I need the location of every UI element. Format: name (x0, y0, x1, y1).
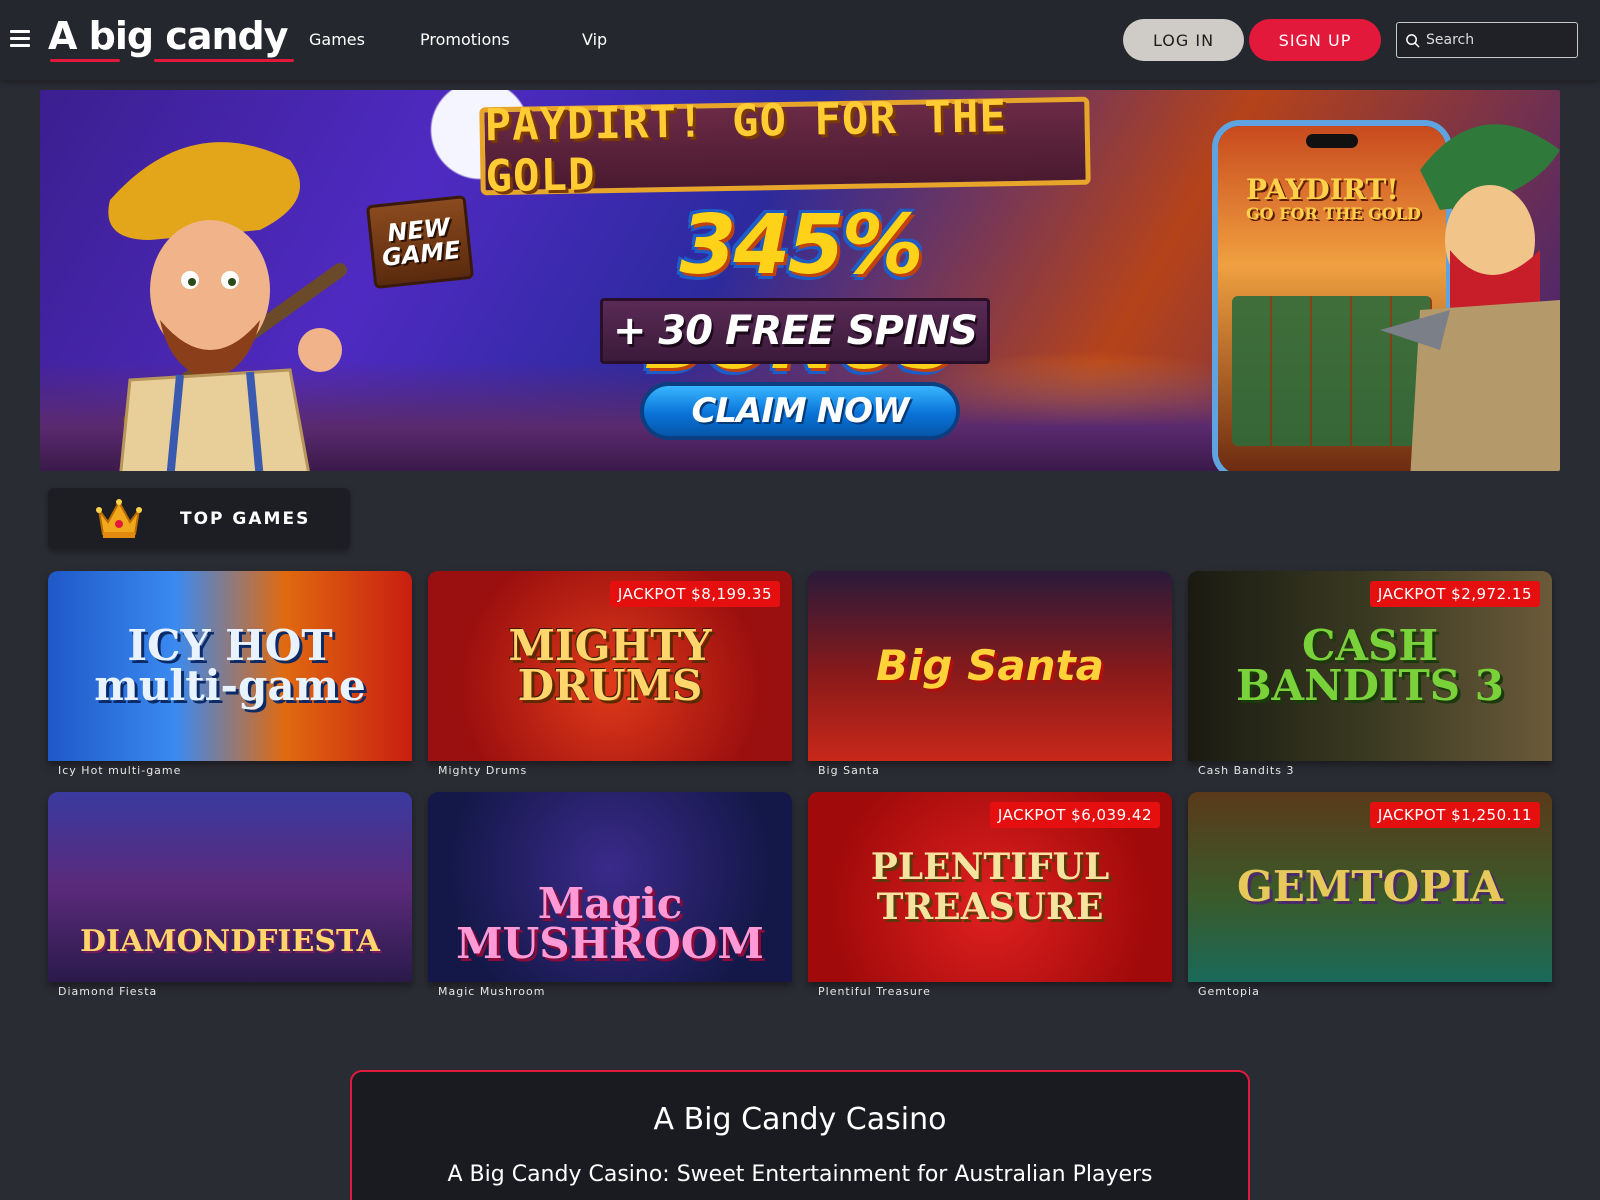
nav-promotions[interactable]: Promotions (420, 30, 510, 49)
game-tile-mighty-drums[interactable]: MIGHTY DRUMS JACKPOT $8,199.35 (428, 571, 792, 761)
game-logo: Magic MUSHROOM (456, 879, 764, 968)
game-tile-diamond-fiesta[interactable]: DIAMONDFIESTA (48, 792, 412, 982)
new-game-line2: GAME (380, 235, 462, 272)
info-subtitle: A Big Candy Casino: Sweet Entertainment … (447, 1162, 1153, 1187)
search-input[interactable] (1426, 32, 1566, 48)
section-title: TOP GAMES (180, 509, 311, 529)
site-header: A big candy Games Promotions Vip LOG IN … (0, 0, 1600, 80)
logo-underline (154, 59, 294, 62)
miner-character-illustration (108, 142, 347, 471)
game-title[interactable]: Diamond Fiesta (58, 985, 157, 998)
game-title[interactable]: Gemtopia (1198, 985, 1260, 998)
banner-title: PAYDIRT! GO FOR THE GOLD (484, 91, 1008, 203)
free-spins-text: + 30 FREE SPINS (612, 308, 978, 354)
game-title[interactable]: Big Santa (818, 764, 880, 777)
new-game-sign: NEW GAME (365, 195, 475, 289)
logo-text: A big candy (48, 14, 288, 58)
nav-vip[interactable]: Vip (582, 30, 607, 49)
game-logo: DIAMONDFIESTA (80, 924, 380, 959)
jackpot-badge: JACKPOT $6,039.42 (989, 802, 1160, 828)
claim-now-label: CLAIM NOW (691, 391, 909, 431)
game-tile-icy-hot[interactable]: ICY HOT multi-game (48, 571, 412, 761)
site-logo[interactable]: A big candy (48, 14, 294, 62)
crown-icon (96, 499, 142, 538)
nav-games[interactable]: Games (309, 30, 365, 49)
search-icon (1406, 33, 1420, 47)
game-title[interactable]: Plentiful Treasure (818, 985, 931, 998)
info-title: A Big Candy Casino (653, 1102, 947, 1137)
casino-info-card: A Big Candy Casino A Big Candy Casino: S… (350, 1070, 1250, 1200)
game-tile-plentiful-treasure[interactable]: PLENTIFUL TREASURE JACKPOT $6,039.42 (808, 792, 1172, 982)
banner-title-plank: PAYDIRT! GO FOR THE GOLD (479, 91, 1091, 202)
login-button[interactable]: LOG IN (1123, 19, 1244, 61)
game-title[interactable]: Icy Hot multi-game (58, 764, 181, 777)
jackpot-badge: JACKPOT $1,250.11 (1369, 802, 1540, 828)
jackpot-badge: JACKPOT $8,199.35 (609, 581, 780, 607)
search-box[interactable] (1396, 22, 1578, 58)
top-games-header: TOP GAMES (48, 488, 350, 549)
game-title[interactable]: Mighty Drums (438, 764, 527, 777)
phone-notch (1306, 134, 1358, 148)
logo-underline (50, 59, 120, 62)
promo-banner[interactable]: PAYDIRT! GO FOR THE GOLD NEW GAME 345% B… (40, 90, 1560, 471)
game-tile-gemtopia[interactable]: GEMTOPIA JACKPOT $1,250.11 (1188, 792, 1552, 982)
hamburger-menu-icon[interactable] (10, 30, 30, 48)
claim-now-button[interactable]: CLAIM NOW (640, 382, 960, 440)
bandit-character-illustration (1380, 124, 1560, 471)
game-tile-big-santa[interactable]: Big Santa (808, 571, 1172, 761)
signup-button[interactable]: SIGN UP (1249, 19, 1381, 61)
jackpot-badge: JACKPOT $2,972.15 (1369, 581, 1540, 607)
game-title[interactable]: Magic Mushroom (438, 985, 545, 998)
game-tile-cash-bandits-3[interactable]: CASH BANDITS 3 JACKPOT $2,972.15 (1188, 571, 1552, 761)
free-spins-plank: + 30 FREE SPINS (600, 298, 990, 364)
game-logo: ICY HOT multi-game (94, 621, 366, 710)
game-tile-magic-mushroom[interactable]: Magic MUSHROOM (428, 792, 792, 982)
game-title[interactable]: Cash Bandits 3 (1198, 764, 1294, 777)
game-logo: Big Santa (875, 641, 1104, 690)
